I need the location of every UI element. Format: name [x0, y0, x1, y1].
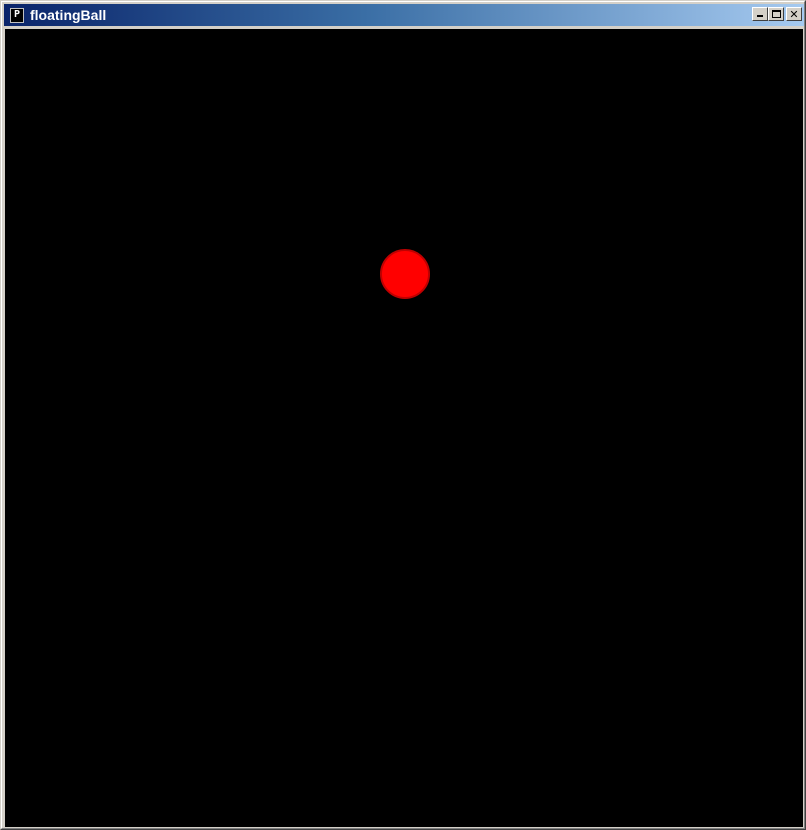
title-bar[interactable]: P floatingBall ✕	[4, 4, 804, 26]
minimize-icon	[757, 15, 763, 17]
app-window: P floatingBall ✕	[0, 0, 806, 830]
maximize-icon	[772, 10, 781, 18]
processing-icon[interactable]: P	[10, 7, 24, 23]
window-controls: ✕	[752, 7, 802, 21]
minimize-button[interactable]	[752, 7, 768, 21]
close-icon: ✕	[789, 7, 799, 21]
sketch-canvas[interactable]	[5, 29, 803, 827]
window-title: floatingBall	[30, 7, 107, 23]
window-frame: P floatingBall ✕	[1, 1, 805, 829]
maximize-button[interactable]	[768, 7, 784, 21]
close-button[interactable]: ✕	[786, 7, 802, 21]
floating-ball	[380, 249, 430, 299]
